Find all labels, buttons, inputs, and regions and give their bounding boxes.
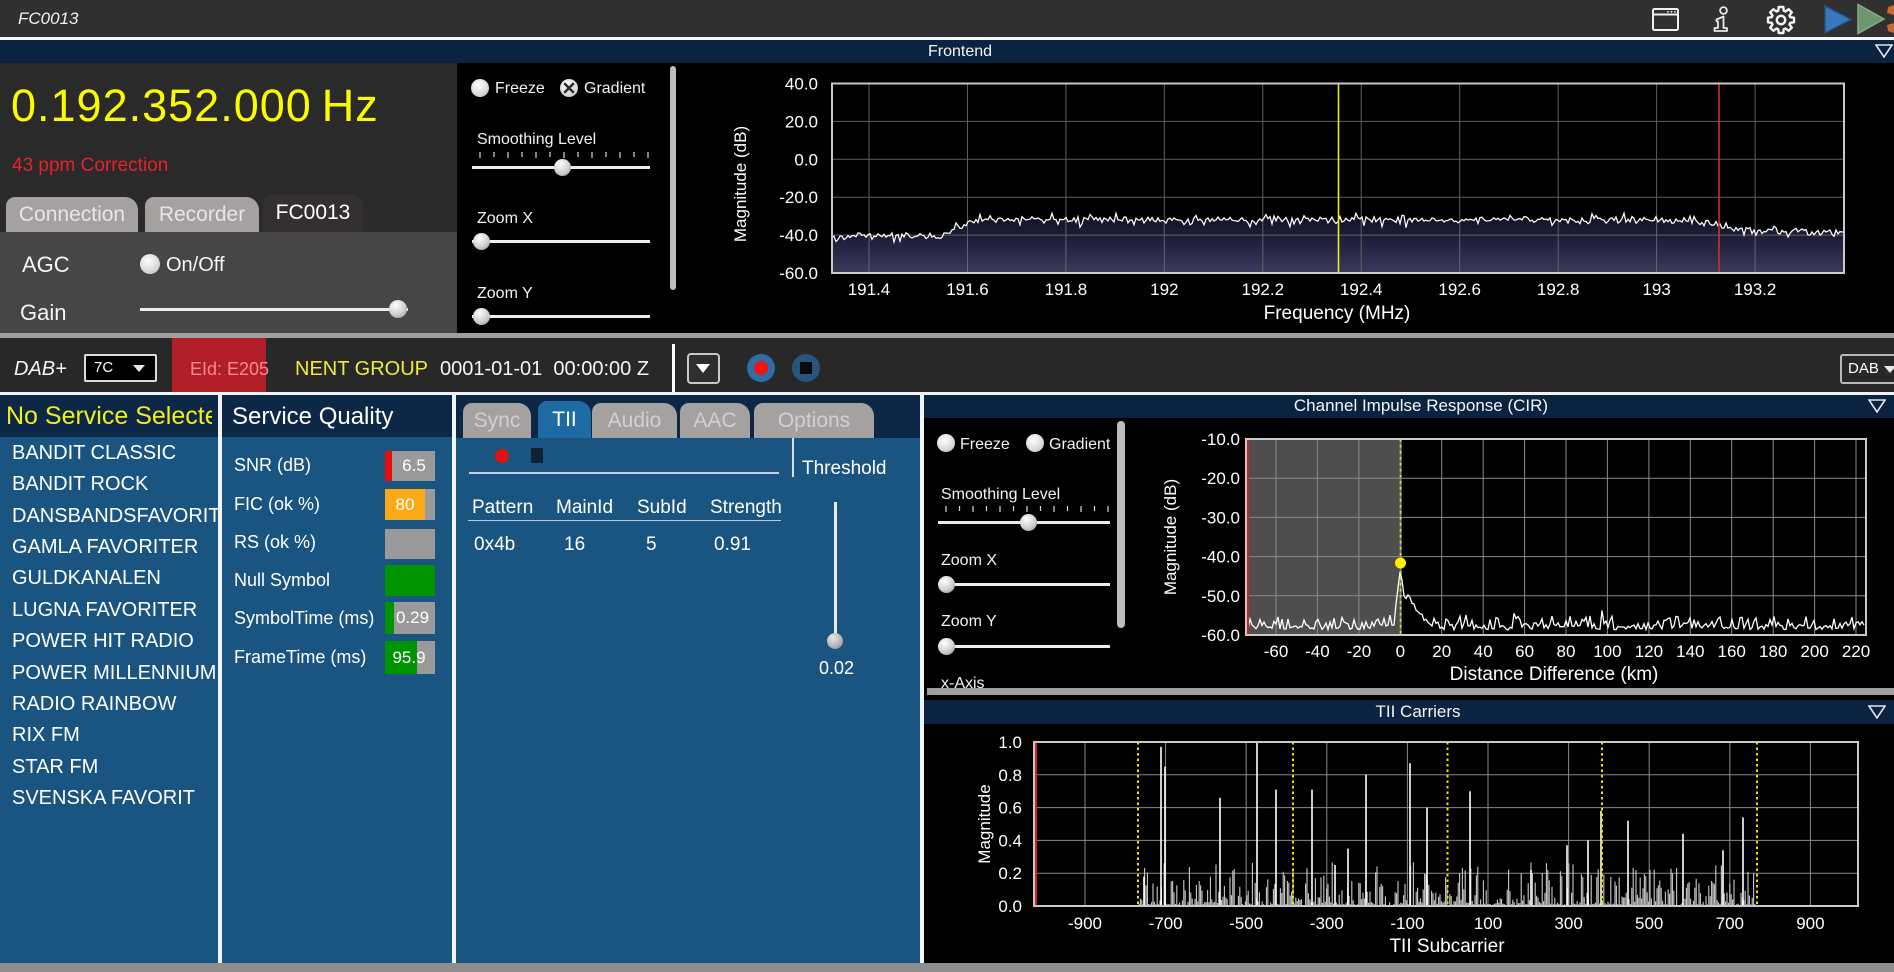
svg-text:0.8: 0.8	[998, 766, 1022, 785]
svg-text:-300: -300	[1310, 914, 1344, 933]
svg-text:0.6: 0.6	[998, 799, 1022, 818]
svg-text:-100: -100	[1390, 914, 1424, 933]
svg-text:-700: -700	[1149, 914, 1183, 933]
svg-text:1.0: 1.0	[998, 733, 1022, 752]
svg-text:-500: -500	[1229, 914, 1263, 933]
svg-text:100: 100	[1474, 914, 1502, 933]
svg-text:700: 700	[1716, 914, 1744, 933]
svg-text:Magnitude: Magnitude	[975, 784, 994, 863]
svg-text:900: 900	[1796, 914, 1824, 933]
svg-text:0.2: 0.2	[998, 864, 1022, 883]
svg-text:0.4: 0.4	[998, 831, 1022, 850]
svg-text:-900: -900	[1068, 914, 1102, 933]
svg-text:TII Subcarrier: TII Subcarrier	[1389, 936, 1505, 957]
svg-text:300: 300	[1554, 914, 1582, 933]
svg-text:500: 500	[1635, 914, 1663, 933]
svg-text:0.0: 0.0	[998, 897, 1022, 916]
